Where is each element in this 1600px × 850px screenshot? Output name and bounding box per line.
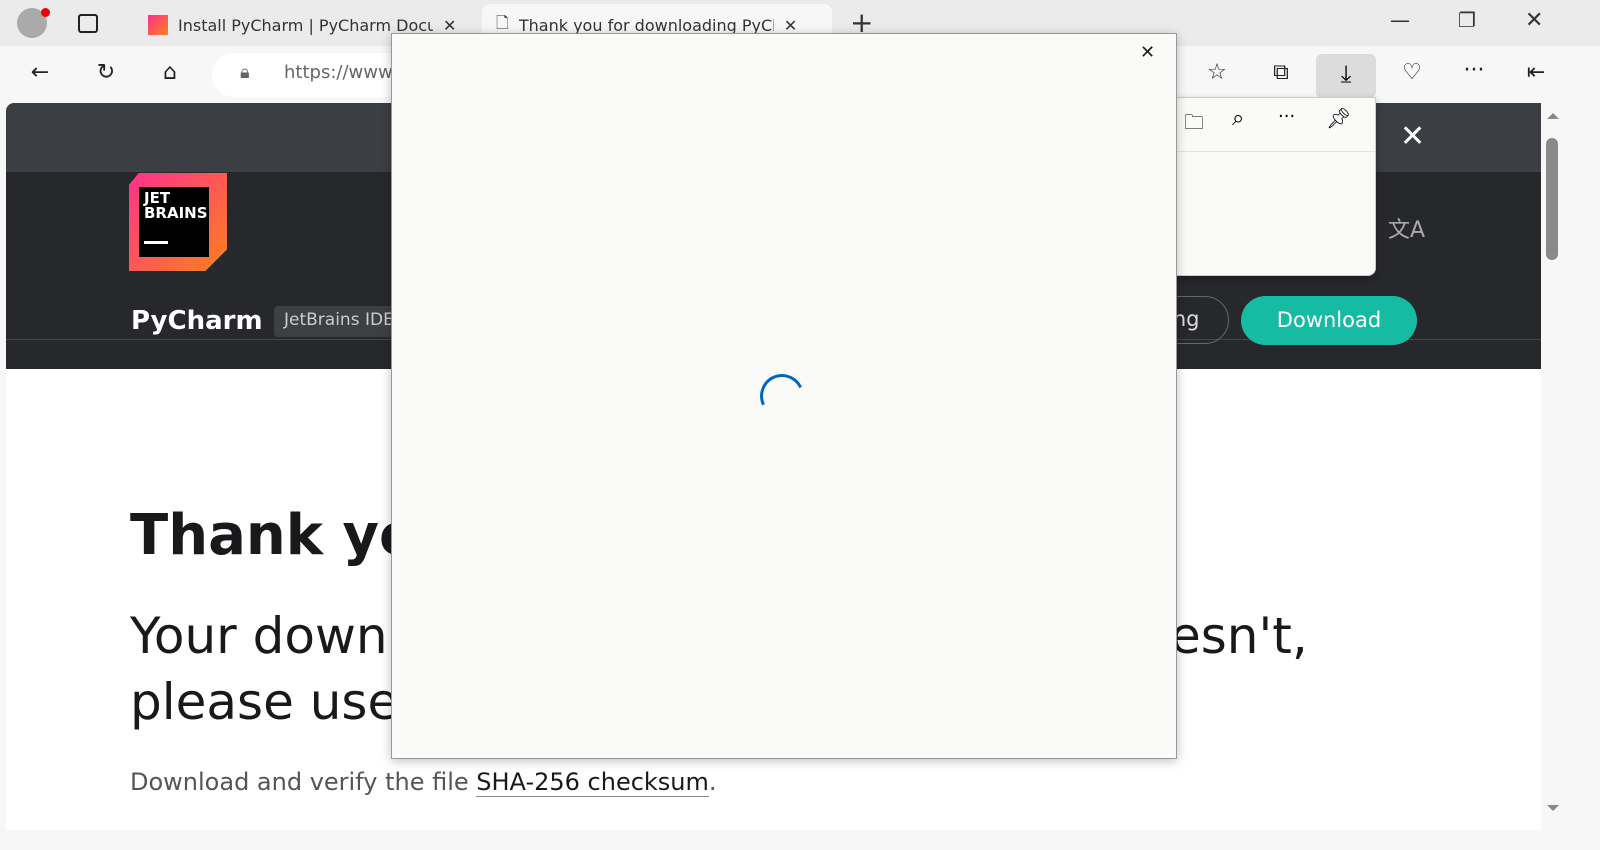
url-text: https://www. bbox=[284, 62, 397, 83]
restore-icon[interactable]: ❐ bbox=[1458, 8, 1476, 32]
more-icon[interactable]: ··· bbox=[1454, 58, 1494, 83]
refresh-icon[interactable]: ↻ bbox=[86, 60, 126, 85]
folder-icon[interactable]: 🗀 bbox=[1184, 108, 1204, 142]
minimize-icon[interactable]: — bbox=[1390, 8, 1410, 32]
body-line-1-start: Your down bbox=[130, 607, 388, 665]
close-banner-icon[interactable]: ✕ bbox=[1400, 119, 1425, 154]
downloads-panel: 🗀 ⌕ ··· 📌︎ bbox=[1176, 97, 1376, 276]
close-window-icon[interactable]: ✕ bbox=[1525, 8, 1543, 33]
verify-text: Download and verify the file SHA-256 che… bbox=[130, 768, 717, 797]
notification-dot bbox=[41, 8, 50, 17]
divider bbox=[1176, 151, 1375, 152]
favorites-icon[interactable]: ☆ bbox=[1197, 60, 1237, 85]
body-line-2-start: please use bbox=[130, 673, 399, 731]
downloads-button[interactable]: ⤓ bbox=[1316, 54, 1376, 98]
close-tab-icon[interactable]: ✕ bbox=[443, 16, 456, 35]
modal-dialog: ✕ bbox=[391, 33, 1177, 759]
home-icon[interactable]: ⌂ bbox=[150, 60, 190, 85]
lock-icon: 🔒︎ bbox=[240, 62, 250, 83]
more-icon[interactable]: ··· bbox=[1278, 106, 1295, 127]
tab-label: Thank you for downloading PyCharm bbox=[518, 15, 774, 35]
close-tab-icon[interactable]: ✕ bbox=[784, 16, 797, 35]
logo-inner: JET BRAINS bbox=[139, 187, 209, 257]
back-icon[interactable]: ← bbox=[20, 60, 60, 85]
product-name[interactable]: PyCharm bbox=[131, 306, 263, 336]
jetbrains-logo[interactable]: JET BRAINS bbox=[129, 173, 227, 271]
loading-spinner-icon bbox=[753, 367, 811, 425]
period: . bbox=[708, 768, 717, 796]
browser-essentials-icon[interactable]: ♡ bbox=[1392, 60, 1432, 85]
scrollbar[interactable] bbox=[1541, 103, 1565, 830]
body-line-1-end: esn't, bbox=[1170, 607, 1308, 665]
pycharm-favicon bbox=[148, 15, 168, 35]
translate-icon[interactable]: 文A bbox=[1388, 212, 1425, 244]
close-dialog-icon[interactable]: ✕ bbox=[1140, 42, 1155, 63]
scroll-thumb[interactable] bbox=[1546, 138, 1558, 260]
sidebar-icon[interactable]: ⇤ bbox=[1516, 60, 1556, 85]
tab-label: Install PyCharm | PyCharm Documentation bbox=[178, 15, 433, 35]
pin-icon[interactable]: 📌︎ bbox=[1326, 106, 1351, 130]
workspaces-icon[interactable] bbox=[78, 14, 98, 33]
scroll-down-icon[interactable] bbox=[1547, 805, 1559, 811]
scroll-up-icon[interactable] bbox=[1547, 113, 1559, 119]
checksum-link[interactable]: SHA-256 checksum bbox=[476, 768, 709, 797]
search-icon[interactable]: ⌕ bbox=[1232, 106, 1244, 131]
verify-label: Download and verify the file bbox=[130, 768, 477, 796]
collections-icon[interactable]: ⧉ bbox=[1261, 60, 1301, 85]
download-button[interactable]: Download bbox=[1241, 296, 1417, 345]
